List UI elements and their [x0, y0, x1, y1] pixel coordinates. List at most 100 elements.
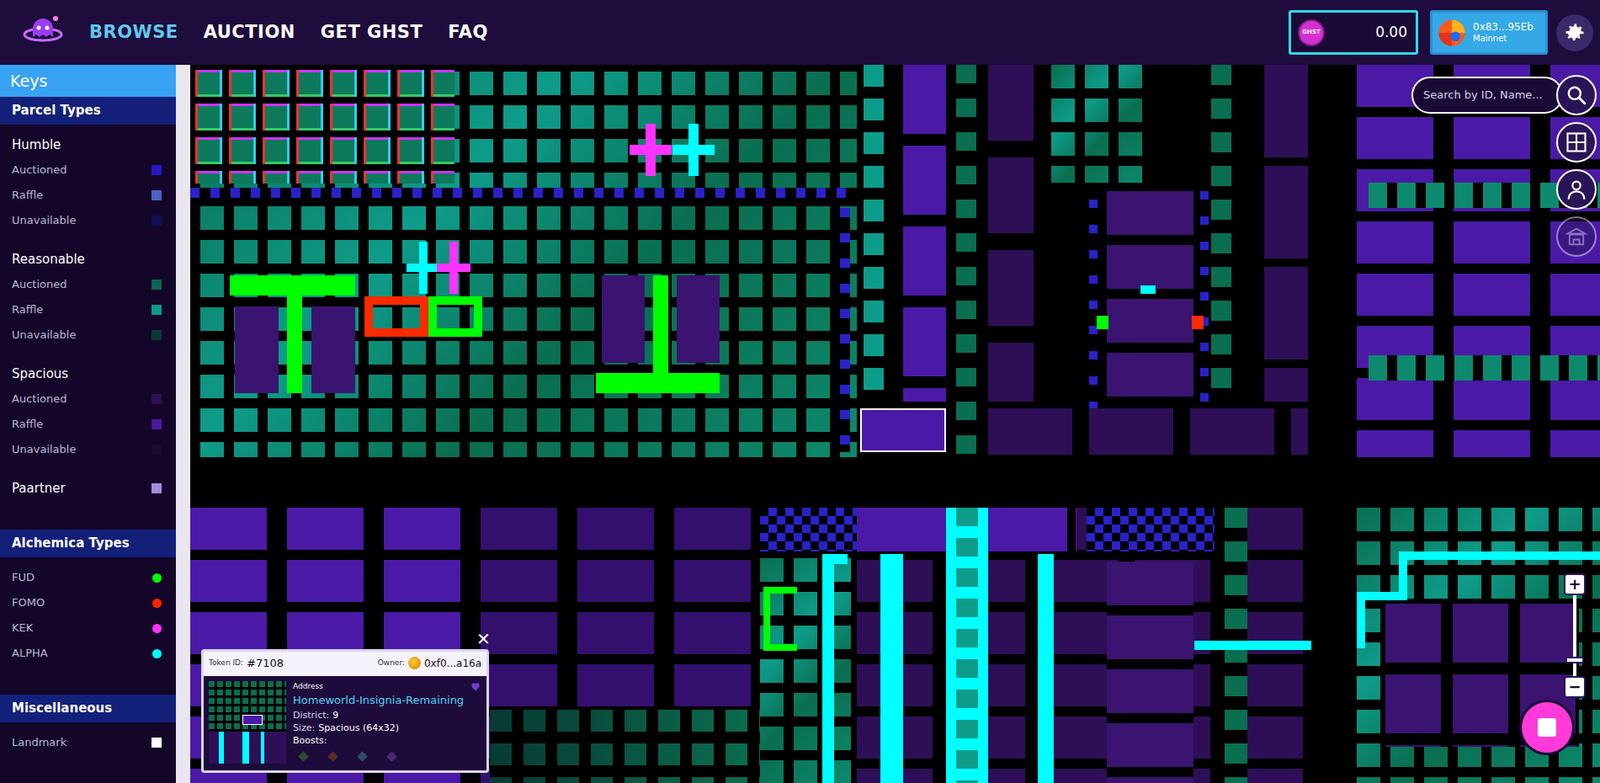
key-label: Landmark: [11, 733, 67, 751]
nav-link[interactable]: FAQ: [447, 19, 489, 47]
alpha-marker: [419, 241, 428, 294]
key-swatch: [151, 393, 162, 404]
search-button[interactable]: [1556, 74, 1597, 116]
boost-icon: [327, 750, 339, 762]
alpha-marker: [688, 123, 699, 176]
thumbnail-parcel: [242, 714, 263, 725]
key-label: FUD: [11, 568, 35, 586]
gotchiverse-logo-icon[interactable]: [21, 11, 64, 54]
zoom-out-button[interactable]: −: [1563, 675, 1586, 698]
wallet-button[interactable]: 0x83...95EbMainnet: [1429, 10, 1548, 55]
nav-link[interactable]: BROWSE: [89, 19, 179, 47]
key-item: Auctioned: [0, 386, 176, 412]
thumbnail-area: [208, 731, 287, 764]
boost-icon: [386, 750, 398, 762]
settings-button[interactable]: [1556, 14, 1594, 52]
parcel-block: [1051, 64, 1144, 183]
detail-value: Spacious (64x32): [318, 721, 399, 734]
map-tools: [1411, 74, 1597, 257]
building-button: [1556, 216, 1597, 257]
owner-address[interactable]: 0xf0...a16a: [424, 655, 482, 671]
key-label: Unavailable: [11, 326, 76, 344]
parcel-column: [1264, 64, 1308, 402]
grid-view-button[interactable]: [1556, 122, 1597, 163]
building-icon: [1564, 224, 1589, 249]
search-icon: [1565, 84, 1588, 107]
key-item: FOMO: [0, 590, 176, 616]
wallet-info: 0x83...95EbMainnet: [1472, 21, 1534, 43]
parcel-column: [1106, 191, 1194, 402]
key-item: Raffle: [0, 182, 176, 208]
token-id: #7108: [246, 654, 284, 672]
spacious-parcels: [1356, 64, 1600, 458]
zoom-in-button[interactable]: +: [1563, 573, 1586, 596]
key-label: Raffle: [11, 301, 43, 319]
key-swatch: [151, 304, 162, 315]
key-swatch: [151, 737, 162, 748]
humble-parcels: [1086, 507, 1215, 552]
humble-parcel-column: [839, 207, 851, 452]
key-swatch: [151, 215, 162, 226]
owner-label: Owner:: [377, 657, 405, 670]
detail-row: Size:Spacious (64x32): [292, 721, 464, 734]
key-swatch: [151, 419, 162, 430]
parcel-row: [1368, 355, 1600, 381]
person-icon: [1564, 177, 1589, 202]
alpha-marker: [1356, 591, 1366, 649]
ghst-balance[interactable]: GHST0.00: [1288, 10, 1419, 55]
sidebar-scrollbar[interactable]: [175, 64, 191, 783]
boost-icon: [356, 750, 368, 762]
square-icon: [1537, 717, 1557, 737]
boosts-label: Boosts:: [292, 733, 464, 747]
key-swatch: [151, 329, 162, 341]
parcel: [676, 275, 720, 363]
key-label: FOMO: [11, 594, 45, 612]
heart-icon[interactable]: [469, 680, 482, 692]
section-body: Landmark: [0, 722, 176, 783]
alpha-marker: [1398, 551, 1600, 560]
minimap-button[interactable]: [1521, 701, 1573, 753]
nav-link[interactable]: GET GHST: [320, 19, 423, 47]
profile-button[interactable]: [1556, 169, 1597, 210]
alpha-marker: [1194, 640, 1312, 650]
section-title: Miscellaneous: [0, 694, 176, 723]
key-item: FUD: [0, 564, 176, 591]
raffle-parcels: [190, 64, 455, 184]
alpha-marker: [880, 553, 904, 783]
selected-parcel[interactable]: [860, 408, 947, 452]
zoom-track[interactable]: [1573, 595, 1577, 676]
key-item: Unavailable: [0, 436, 176, 463]
search-input[interactable]: [1411, 76, 1563, 114]
section-body: HumbleAuctionedRaffleUnavailableReasonab…: [0, 124, 176, 530]
key-label: Reasonable: [11, 249, 86, 270]
fud-marker: [428, 296, 483, 337]
zoom-thumb[interactable]: [1565, 656, 1585, 664]
close-button[interactable]: ✕: [476, 630, 491, 648]
top-bar: BROWSE AUCTION GET GHST FAQ GHST0.00 0x83..…: [0, 0, 1600, 65]
key-item: ALPHA: [0, 640, 176, 666]
key-label: Spacious: [11, 364, 69, 384]
parcel-column: [863, 64, 884, 402]
section-title: Parcel Types: [0, 96, 176, 125]
key-item: Raffle: [0, 297, 176, 323]
key-section: Alchemica TypesFUDFOMOKEKALPHA: [0, 529, 176, 695]
nav-link[interactable]: AUCTION: [203, 19, 296, 47]
key-item: Unavailable: [0, 207, 176, 234]
key-label: Unavailable: [11, 441, 76, 458]
fomo-marker: [1191, 315, 1204, 330]
parcel-column: [903, 64, 947, 402]
parcel-address: Homeworld-Insignia-Remaining: [292, 691, 464, 709]
wallet-avatar-icon: [1437, 18, 1467, 48]
key-item: Auctioned: [0, 271, 176, 298]
section-title: Alchemica Types: [0, 529, 176, 558]
zoom-control: +−: [1562, 573, 1587, 698]
key-label: Auctioned: [11, 390, 67, 408]
owner-info: Owner: 0xf0...a16a: [377, 655, 482, 671]
key-item: Landmark: [0, 729, 176, 755]
kek-marker: [449, 241, 458, 294]
key-swatch: [151, 164, 162, 176]
parcel-map[interactable]: +− Token ID:#7108Owner:0xf0...a16aAddres…: [190, 64, 1600, 783]
detail-row: District:9: [292, 708, 464, 722]
detail-value: 9: [332, 708, 339, 722]
alpha-marker: [822, 553, 848, 564]
